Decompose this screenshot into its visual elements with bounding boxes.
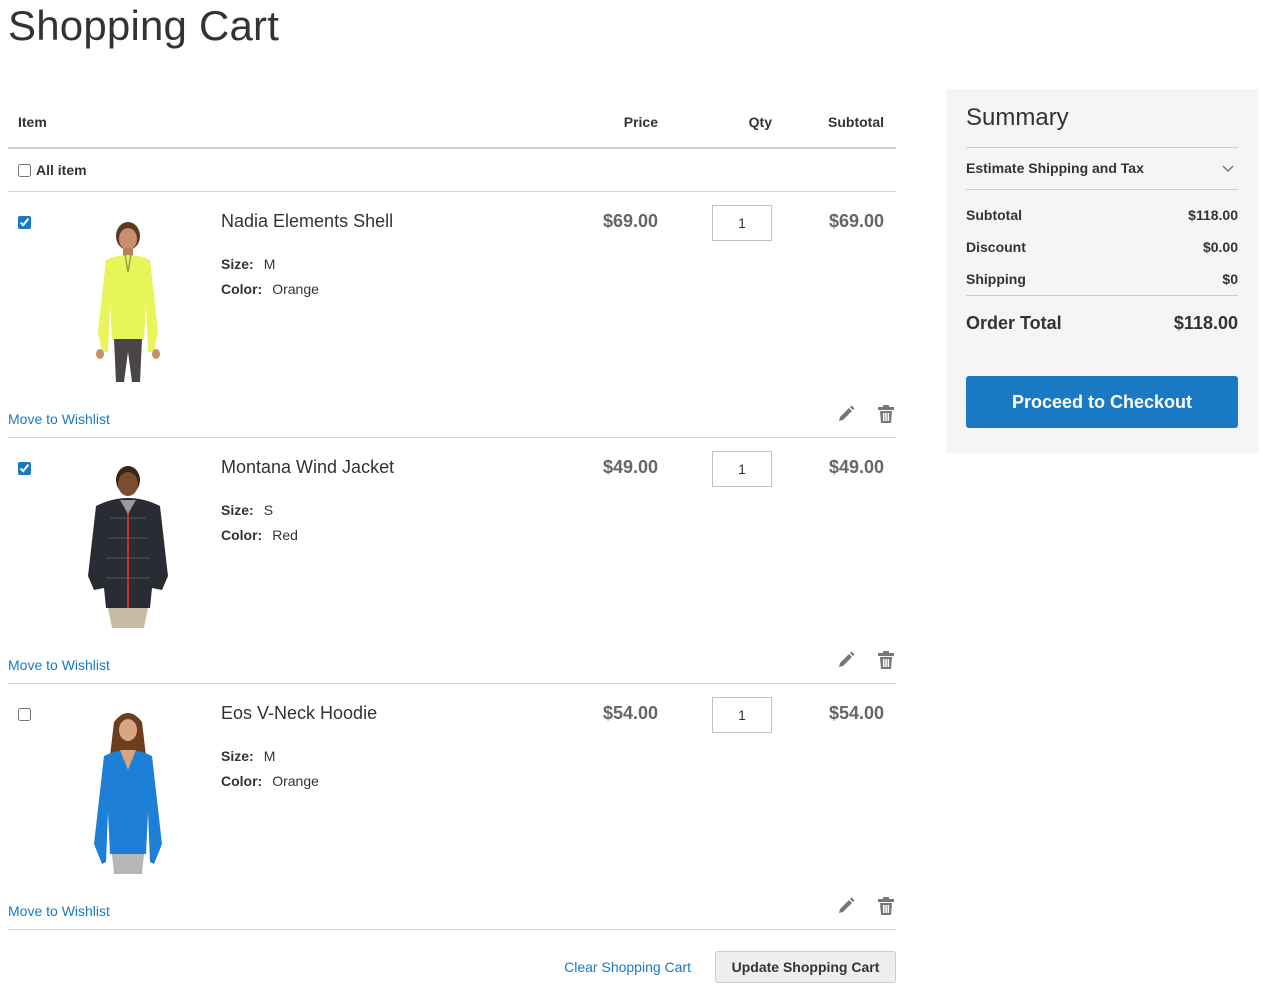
item-checkbox[interactable]: [18, 708, 31, 721]
color-value: Red: [272, 527, 298, 543]
cart-table: Item Price Qty Subtotal All item Nadia E…: [8, 96, 896, 930]
product-image[interactable]: [70, 458, 188, 628]
trash-icon[interactable]: [876, 650, 896, 670]
item-price: $54.00: [602, 703, 658, 723]
size-label: Size:: [221, 502, 254, 518]
estimate-shipping-toggle[interactable]: Estimate Shipping and Tax: [966, 147, 1238, 190]
cart-item: Eos V-Neck Hoodie Size: M Color: Orange $5…: [8, 684, 896, 930]
item-subtotal: $69.00: [828, 211, 884, 231]
color-value: Orange: [272, 773, 319, 789]
qty-input[interactable]: [712, 451, 772, 487]
column-header-price: Price: [623, 114, 658, 130]
select-all-checkbox[interactable]: [18, 164, 31, 177]
product-name[interactable]: Montana Wind Jacket: [221, 457, 394, 478]
order-summary: Summary Estimate Shipping and Tax Subtot…: [946, 89, 1258, 453]
item-price: $49.00: [602, 457, 658, 477]
summary-row-subtotal: Subtotal $118.00: [966, 199, 1238, 231]
move-to-wishlist-link[interactable]: Move to Wishlist: [8, 657, 110, 673]
order-total-label: Order Total: [966, 313, 1062, 333]
size-label: Size:: [221, 748, 254, 764]
product-color: Color: Red: [221, 527, 298, 543]
update-shopping-cart-button[interactable]: Update Shopping Cart: [715, 951, 896, 983]
size-label: Size:: [221, 256, 254, 272]
item-price: $69.00: [602, 211, 658, 231]
order-total-value: $118.00: [1173, 313, 1238, 333]
item-checkbox[interactable]: [18, 462, 31, 475]
product-size: Size: M: [221, 256, 275, 272]
cart-actions: Clear Shopping Cart Update Shopping Cart: [8, 950, 896, 984]
summary-label: Discount: [966, 239, 1026, 255]
product-color: Color: Orange: [221, 773, 319, 789]
column-header-item: Item: [18, 114, 47, 130]
product-name[interactable]: Nadia Elements Shell: [221, 211, 393, 232]
size-value: S: [263, 502, 274, 518]
size-value: M: [263, 256, 276, 272]
select-all-label[interactable]: All item: [36, 162, 87, 178]
product-image[interactable]: [70, 704, 188, 874]
summary-value: $0.00: [1202, 239, 1238, 255]
summary-title: Summary: [966, 104, 1069, 131]
estimate-shipping-label: Estimate Shipping and Tax: [966, 160, 1144, 176]
cart-item: Nadia Elements Shell Size: M Color: Orange…: [8, 192, 896, 438]
product-image[interactable]: [70, 212, 188, 382]
select-all-row: All item: [8, 149, 896, 192]
move-to-wishlist-link[interactable]: Move to Wishlist: [8, 411, 110, 427]
pencil-icon[interactable]: [836, 404, 856, 424]
item-subtotal: $54.00: [828, 703, 884, 723]
summary-value: $118.00: [1188, 207, 1238, 223]
column-header-qty: Qty: [748, 114, 772, 130]
page-title: Shopping Cart: [8, 2, 280, 49]
color-label: Color:: [221, 281, 263, 297]
summary-row-shipping: Shipping $0: [966, 263, 1238, 295]
color-label: Color:: [221, 527, 263, 543]
qty-input[interactable]: [712, 205, 772, 241]
item-subtotal: $49.00: [828, 457, 884, 477]
trash-icon[interactable]: [876, 896, 896, 916]
summary-value: $0: [1222, 271, 1238, 287]
color-value: Orange: [272, 281, 319, 297]
clear-shopping-cart-link[interactable]: Clear Shopping Cart: [564, 959, 691, 975]
summary-label: Shipping: [966, 271, 1026, 287]
product-name[interactable]: Eos V-Neck Hoodie: [221, 703, 377, 724]
column-header-subtotal: Subtotal: [828, 114, 884, 130]
summary-totals: Subtotal $118.00 Discount $0.00 Shipping…: [966, 199, 1238, 295]
order-total-row: Order Total $118.00: [966, 295, 1238, 345]
product-size: Size: M: [221, 748, 275, 764]
color-label: Color:: [221, 773, 263, 789]
chevron-down-icon: [1222, 165, 1234, 172]
summary-row-discount: Discount $0.00: [966, 231, 1238, 263]
trash-icon[interactable]: [876, 404, 896, 424]
move-to-wishlist-link[interactable]: Move to Wishlist: [8, 903, 110, 919]
product-color: Color: Orange: [221, 281, 319, 297]
cart-table-header: Item Price Qty Subtotal: [8, 96, 896, 149]
item-checkbox[interactable]: [18, 216, 31, 229]
proceed-to-checkout-button[interactable]: Proceed to Checkout: [966, 376, 1238, 428]
pencil-icon[interactable]: [836, 896, 856, 916]
cart-item: Montana Wind Jacket Size: S Color: Red $49…: [8, 438, 896, 684]
summary-label: Subtotal: [966, 207, 1022, 223]
product-size: Size: S: [221, 502, 273, 518]
pencil-icon[interactable]: [836, 650, 856, 670]
size-value: M: [263, 748, 276, 764]
qty-input[interactable]: [712, 697, 772, 733]
